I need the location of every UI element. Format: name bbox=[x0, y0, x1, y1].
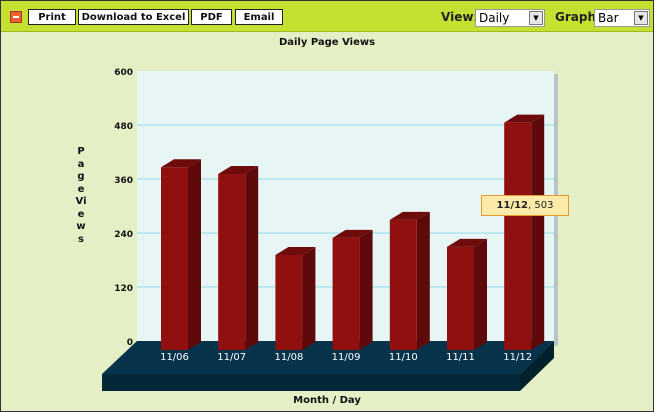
x-tick-label: 11/12 bbox=[503, 352, 532, 363]
x-tick-label: 11/09 bbox=[332, 352, 361, 363]
x-tick-label: 11/10 bbox=[389, 352, 418, 363]
tooltip-value: 503 bbox=[534, 200, 554, 211]
y-tick-label: 360 bbox=[114, 176, 133, 186]
bar-side bbox=[531, 114, 545, 351]
bar bbox=[275, 254, 303, 350]
bar bbox=[504, 122, 532, 351]
bar bbox=[332, 237, 360, 350]
y-tick-label: 120 bbox=[114, 284, 133, 294]
bar-side bbox=[245, 165, 259, 350]
x-tick-label: 11/07 bbox=[217, 352, 246, 363]
x-tick-label: 11/11 bbox=[446, 352, 475, 363]
bar bbox=[447, 246, 474, 350]
bar bbox=[161, 167, 188, 350]
x-tick-label: 11/08 bbox=[274, 352, 303, 363]
chart-widget: Print Download to Excel PDF Email View: … bbox=[0, 0, 654, 412]
bar-side bbox=[302, 246, 316, 350]
bar bbox=[218, 173, 246, 350]
bar-side bbox=[474, 238, 487, 350]
tooltip: 11/12, 503 bbox=[481, 195, 569, 216]
bar-side bbox=[359, 229, 373, 350]
y-tick-label: 480 bbox=[114, 122, 133, 132]
y-tick-label: 240 bbox=[114, 230, 133, 240]
floor-front bbox=[102, 374, 520, 391]
tooltip-category: 11/12 bbox=[496, 200, 529, 211]
bar-side bbox=[188, 159, 201, 350]
y-tick-label: 600 bbox=[114, 68, 133, 78]
x-tick-label: 11/06 bbox=[160, 352, 189, 363]
bar bbox=[389, 219, 417, 350]
bar-side bbox=[416, 211, 430, 350]
x-axis-label: Month / Day bbox=[293, 395, 361, 406]
